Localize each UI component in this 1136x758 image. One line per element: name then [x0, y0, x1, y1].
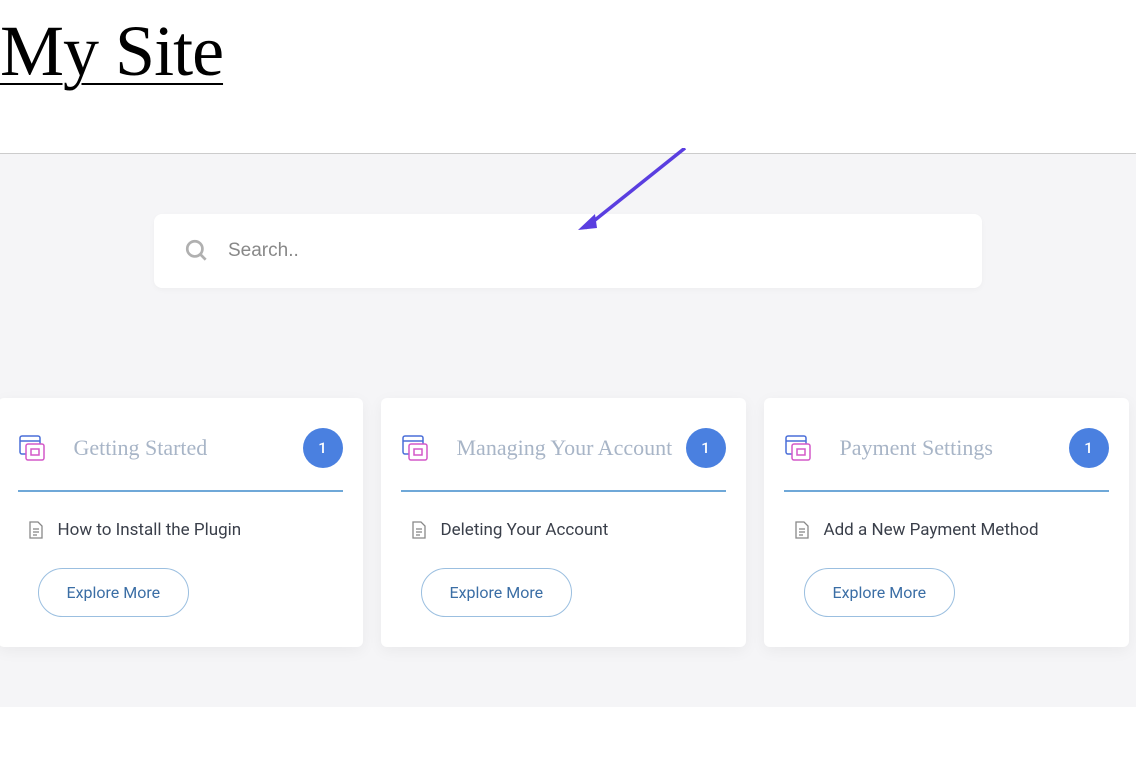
category-icon	[784, 434, 812, 462]
article-title: Deleting Your Account	[441, 520, 609, 540]
card-title: Managing Your Account	[457, 435, 686, 461]
card-managing-account: Managing Your Account 1 Deleting Your Ac…	[381, 398, 746, 647]
search-input[interactable]	[228, 240, 952, 262]
card-header: Getting Started 1	[18, 428, 343, 492]
count-badge: 1	[303, 428, 343, 468]
site-title[interactable]: My Site	[0, 10, 1136, 93]
article-title: How to Install the Plugin	[58, 520, 242, 540]
document-icon	[411, 521, 427, 539]
site-header: My Site	[0, 0, 1136, 93]
document-icon	[794, 521, 810, 539]
explore-more-button[interactable]: Explore More	[421, 568, 573, 617]
explore-more-button[interactable]: Explore More	[38, 568, 190, 617]
document-icon	[28, 521, 44, 539]
article-title: Add a New Payment Method	[824, 520, 1039, 540]
count-badge: 1	[686, 428, 726, 468]
card-header: Payment Settings 1	[784, 428, 1109, 492]
search-bar[interactable]	[154, 214, 982, 288]
card-article-link[interactable]: How to Install the Plugin	[18, 520, 343, 540]
card-getting-started: Getting Started 1 How to Install the Plu…	[0, 398, 363, 647]
card-article-link[interactable]: Add a New Payment Method	[784, 520, 1109, 540]
category-icon	[18, 434, 46, 462]
count-badge: 1	[1069, 428, 1109, 468]
card-header: Managing Your Account 1	[401, 428, 726, 492]
cards-section: Getting Started 1 How to Install the Plu…	[0, 348, 1136, 707]
explore-more-button[interactable]: Explore More	[804, 568, 956, 617]
search-icon	[184, 238, 210, 264]
card-title: Getting Started	[74, 435, 303, 461]
search-section	[0, 154, 1136, 348]
card-payment-settings: Payment Settings 1 Add a New Payment Met…	[764, 398, 1129, 647]
category-icon	[401, 434, 429, 462]
card-article-link[interactable]: Deleting Your Account	[401, 520, 726, 540]
card-title: Payment Settings	[840, 435, 1069, 461]
